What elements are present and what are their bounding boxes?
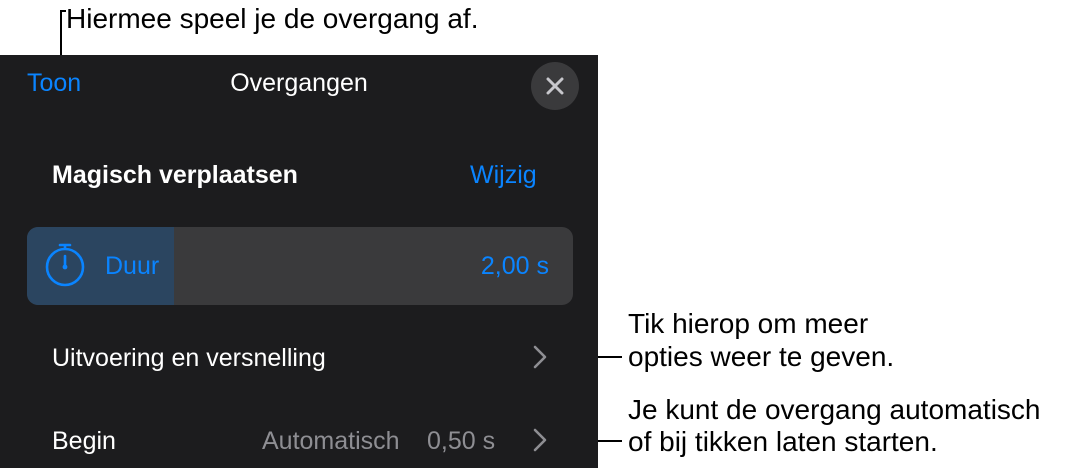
chevron-right-icon[interactable]	[531, 427, 549, 453]
close-icon	[546, 77, 564, 95]
transitions-panel: Toon Overgangen Magisch verplaatsen Wijz…	[0, 55, 598, 468]
chevron-right-icon[interactable]	[531, 344, 549, 370]
duration-label: Duur	[105, 252, 160, 280]
duration-slider[interactable]: Duur 2,00 s	[27, 227, 573, 305]
start-mode-value: Automatisch	[262, 427, 400, 455]
start-label[interactable]: Begin	[52, 427, 116, 456]
callout-start-line2: of bij tikken laten starten.	[628, 426, 938, 457]
callout-more-options-line1: Tik hierop om meer	[628, 308, 869, 339]
stopwatch-icon	[45, 243, 85, 287]
panel-title: Overgangen	[230, 69, 368, 97]
close-button[interactable]	[531, 62, 579, 110]
execution-acceleration-label[interactable]: Uitvoering en versnelling	[52, 344, 326, 373]
change-transition-button[interactable]: Wijzig	[470, 161, 537, 190]
duration-value: 2,00 s	[480, 252, 549, 280]
callout-start-line1: Je kunt de overgang automatisch	[628, 394, 1041, 425]
transition-name: Magisch verplaatsen	[52, 161, 298, 189]
callout-play: Hiermee speel je de overgang af.	[66, 3, 479, 34]
start-delay-value: 0,50 s	[427, 427, 496, 455]
callout-more-options-line2: opties weer te geven.	[628, 341, 895, 372]
callout-line-play-horizontal	[60, 10, 66, 12]
